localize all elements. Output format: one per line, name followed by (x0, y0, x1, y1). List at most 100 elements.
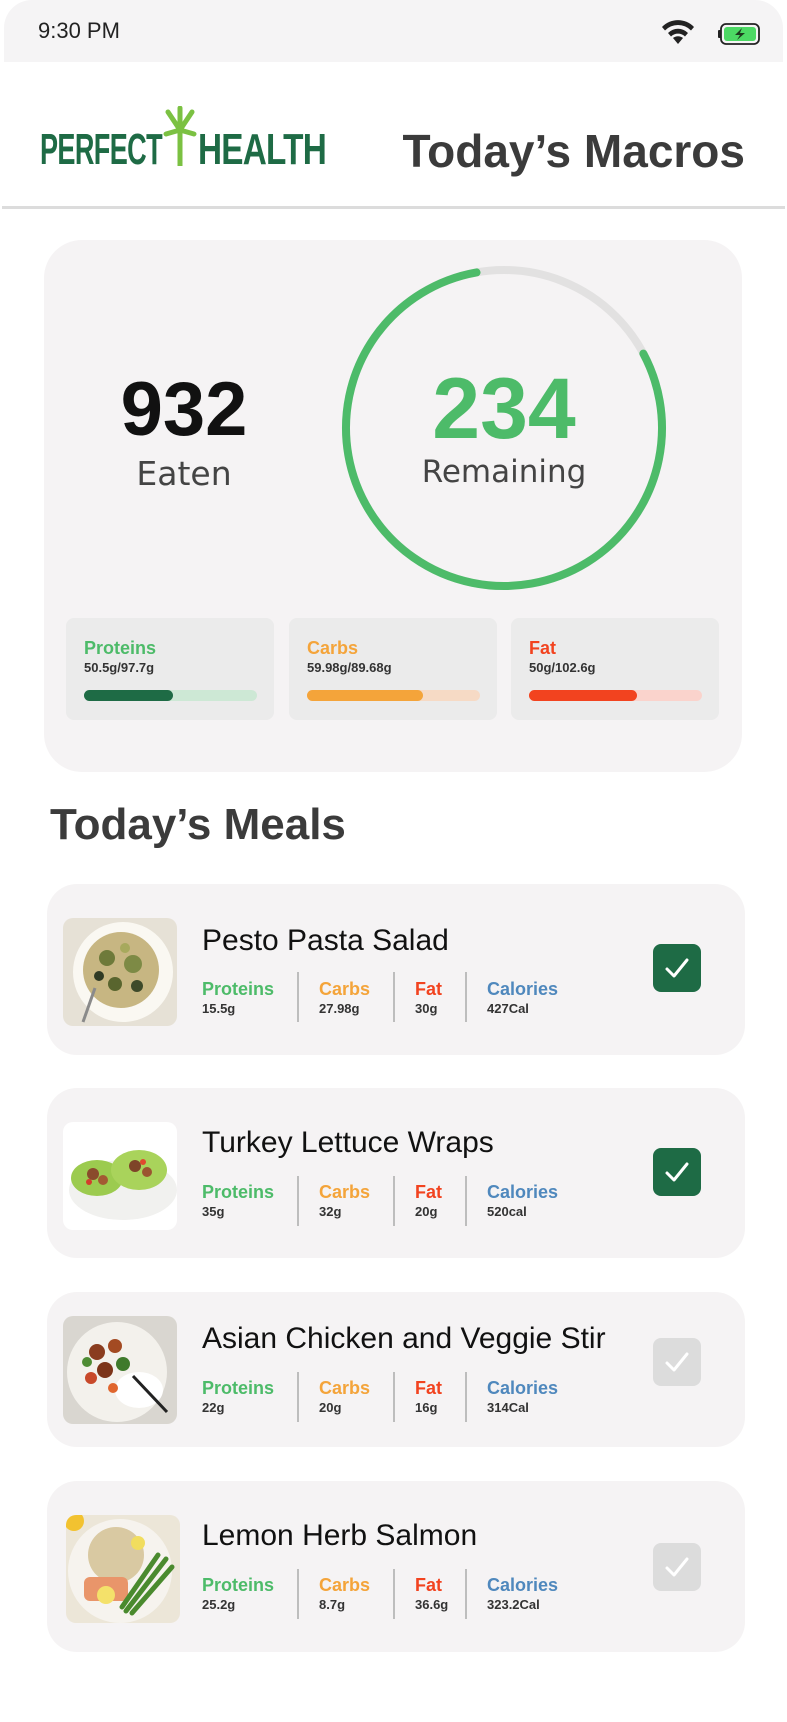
brand-left-text: PERFECT (40, 125, 163, 172)
nutrient-value: 25.2g (202, 1597, 236, 1612)
macro-name: Fat (529, 638, 556, 658)
meal-name: Lemon Herb Salmon (202, 1519, 478, 1552)
brand-right-text: HEALTH (198, 125, 326, 172)
meal-name: Asian Chicken and Veggie Stir (202, 1322, 606, 1355)
nutrient-label: Carbs (319, 1182, 371, 1202)
nutrient-value: 36.6g (415, 1597, 449, 1612)
nutrient-label: Calories (487, 1182, 559, 1202)
remaining-label: Remaining (421, 454, 587, 490)
nutrient-divider (393, 972, 395, 1022)
battery-charging-icon (718, 23, 760, 45)
macro-amount: 50g/102.6g (529, 660, 596, 675)
nutrient-divider (297, 1176, 299, 1226)
nutrient-value: 427Cal (487, 1001, 529, 1016)
meal-card[interactable]: Lemon Herb Salmon Proteins 25.2g Carbs 8.7… (47, 1481, 745, 1652)
nutrient-value: 22g (202, 1400, 225, 1415)
meal-card[interactable]: Turkey Lettuce Wraps Proteins 35g Carbs 32… (47, 1088, 745, 1258)
meal-calories: Calories 314Cal (487, 1378, 558, 1415)
nutrient-divider (465, 1176, 467, 1226)
meal-fat: Fat 16g (415, 1378, 442, 1415)
nutrient-value: 16g (415, 1400, 438, 1415)
macro-progress-fill (307, 690, 423, 701)
macro-amount: 50.5g/97.7g (84, 660, 155, 675)
meal-carbs: Carbs 20g (319, 1378, 370, 1415)
header-divider (2, 206, 785, 209)
nutrient-label: Carbs (319, 1378, 371, 1398)
nutrient-value: 15.5g (202, 1001, 236, 1016)
nutrient-value: 35g (202, 1204, 225, 1219)
meal-calories: Calories 323.2Cal (487, 1575, 558, 1612)
nutrient-divider (297, 1372, 299, 1422)
nutrient-divider (393, 1176, 395, 1226)
brand-logo[interactable]: PERFECT HEALTH (40, 106, 326, 172)
status-time: 9:30 PM (38, 18, 120, 43)
nutrient-value: 27.98g (319, 1001, 360, 1016)
meal-photo (63, 918, 177, 1026)
meal-carbs: Carbs 32g (319, 1182, 370, 1219)
meal-photo (66, 1515, 180, 1623)
wifi-icon (662, 20, 694, 44)
checkmark-icon (665, 958, 689, 978)
macro-progress-track (307, 690, 480, 701)
macro-name: Proteins (84, 638, 157, 658)
app-header: PERFECT HEALTH Today’s Macros (0, 62, 787, 208)
meal-card[interactable]: Asian Chicken and Veggie Stir Proteins 22… (47, 1292, 745, 1447)
macro-card-carbs: Carbs 59.98g/89.68g (289, 618, 497, 720)
nutrient-label: Proteins (202, 979, 275, 999)
meal-carbs: Carbs 27.98g (319, 979, 370, 1016)
meal-calories: Calories 427Cal (487, 979, 558, 1016)
macros-summary-card: 932 Eaten 234 Remaining Proteins 50.5g/9… (44, 240, 742, 772)
macro-progress-fill (84, 690, 174, 701)
nutrient-value: 20g (319, 1400, 342, 1415)
macro-card-proteins: Proteins 50.5g/97.7g (66, 618, 274, 720)
nutrient-divider (393, 1569, 395, 1619)
nutrient-divider (465, 1372, 467, 1422)
nutrient-label: Carbs (319, 979, 371, 999)
nutrient-divider (297, 972, 299, 1022)
macro-progress-fill (529, 690, 637, 701)
checkmark-icon (665, 1162, 689, 1182)
meal-photo (63, 1122, 177, 1230)
nutrient-value: 30g (415, 1001, 438, 1016)
checkmark-icon (665, 1557, 689, 1577)
macro-name: Carbs (307, 638, 359, 658)
meal-proteins: Proteins 15.5g (202, 979, 274, 1016)
meal-checkbox[interactable] (653, 1148, 701, 1196)
meal-proteins: Proteins 25.2g (202, 1575, 274, 1612)
macro-card-fat: Fat 50g/102.6g (511, 618, 719, 720)
eaten-calories-value: 932 (120, 367, 248, 452)
meal-carbs: Carbs 8.7g (319, 1575, 370, 1612)
nutrient-label: Fat (415, 1182, 442, 1202)
nutrient-label: Proteins (202, 1575, 275, 1595)
nutrient-divider (393, 1372, 395, 1422)
remaining-calories-value: 234 (432, 361, 576, 457)
nutrient-value: 323.2Cal (487, 1597, 540, 1612)
meal-proteins: Proteins 22g (202, 1378, 274, 1415)
nutrient-label: Fat (415, 979, 442, 999)
macro-progress-track (529, 690, 702, 701)
nutrient-value: 8.7g (319, 1597, 346, 1612)
meal-fat: Fat 36.6g (415, 1575, 448, 1612)
meal-checkbox[interactable] (653, 1338, 701, 1386)
meal-checkbox[interactable] (653, 1543, 701, 1591)
nutrient-label: Fat (415, 1378, 442, 1398)
palm-tree-icon (163, 106, 197, 166)
meal-proteins: Proteins 35g (202, 1182, 274, 1219)
nutrient-label: Calories (487, 1378, 559, 1398)
nutrient-value: 520cal (487, 1204, 527, 1219)
nutrient-label: Proteins (202, 1378, 275, 1398)
nutrient-divider (465, 972, 467, 1022)
nutrient-label: Fat (415, 1575, 442, 1595)
macro-progress-track (84, 690, 257, 701)
nutrient-label: Proteins (202, 1182, 275, 1202)
checkmark-icon (665, 1352, 689, 1372)
nutrient-divider (465, 1569, 467, 1619)
nutrient-label: Carbs (319, 1575, 371, 1595)
meal-checkbox[interactable] (653, 944, 701, 992)
meal-photo (63, 1316, 177, 1424)
page-title: Today’s Macros (402, 125, 745, 177)
meals-section-title: Today’s Meals (50, 800, 346, 849)
meal-name: Pesto Pasta Salad (202, 924, 449, 957)
meal-card[interactable]: Pesto Pasta Salad Proteins 15.5g Carbs 27.… (47, 884, 745, 1055)
status-bar: 9:30 PM (4, 0, 783, 62)
